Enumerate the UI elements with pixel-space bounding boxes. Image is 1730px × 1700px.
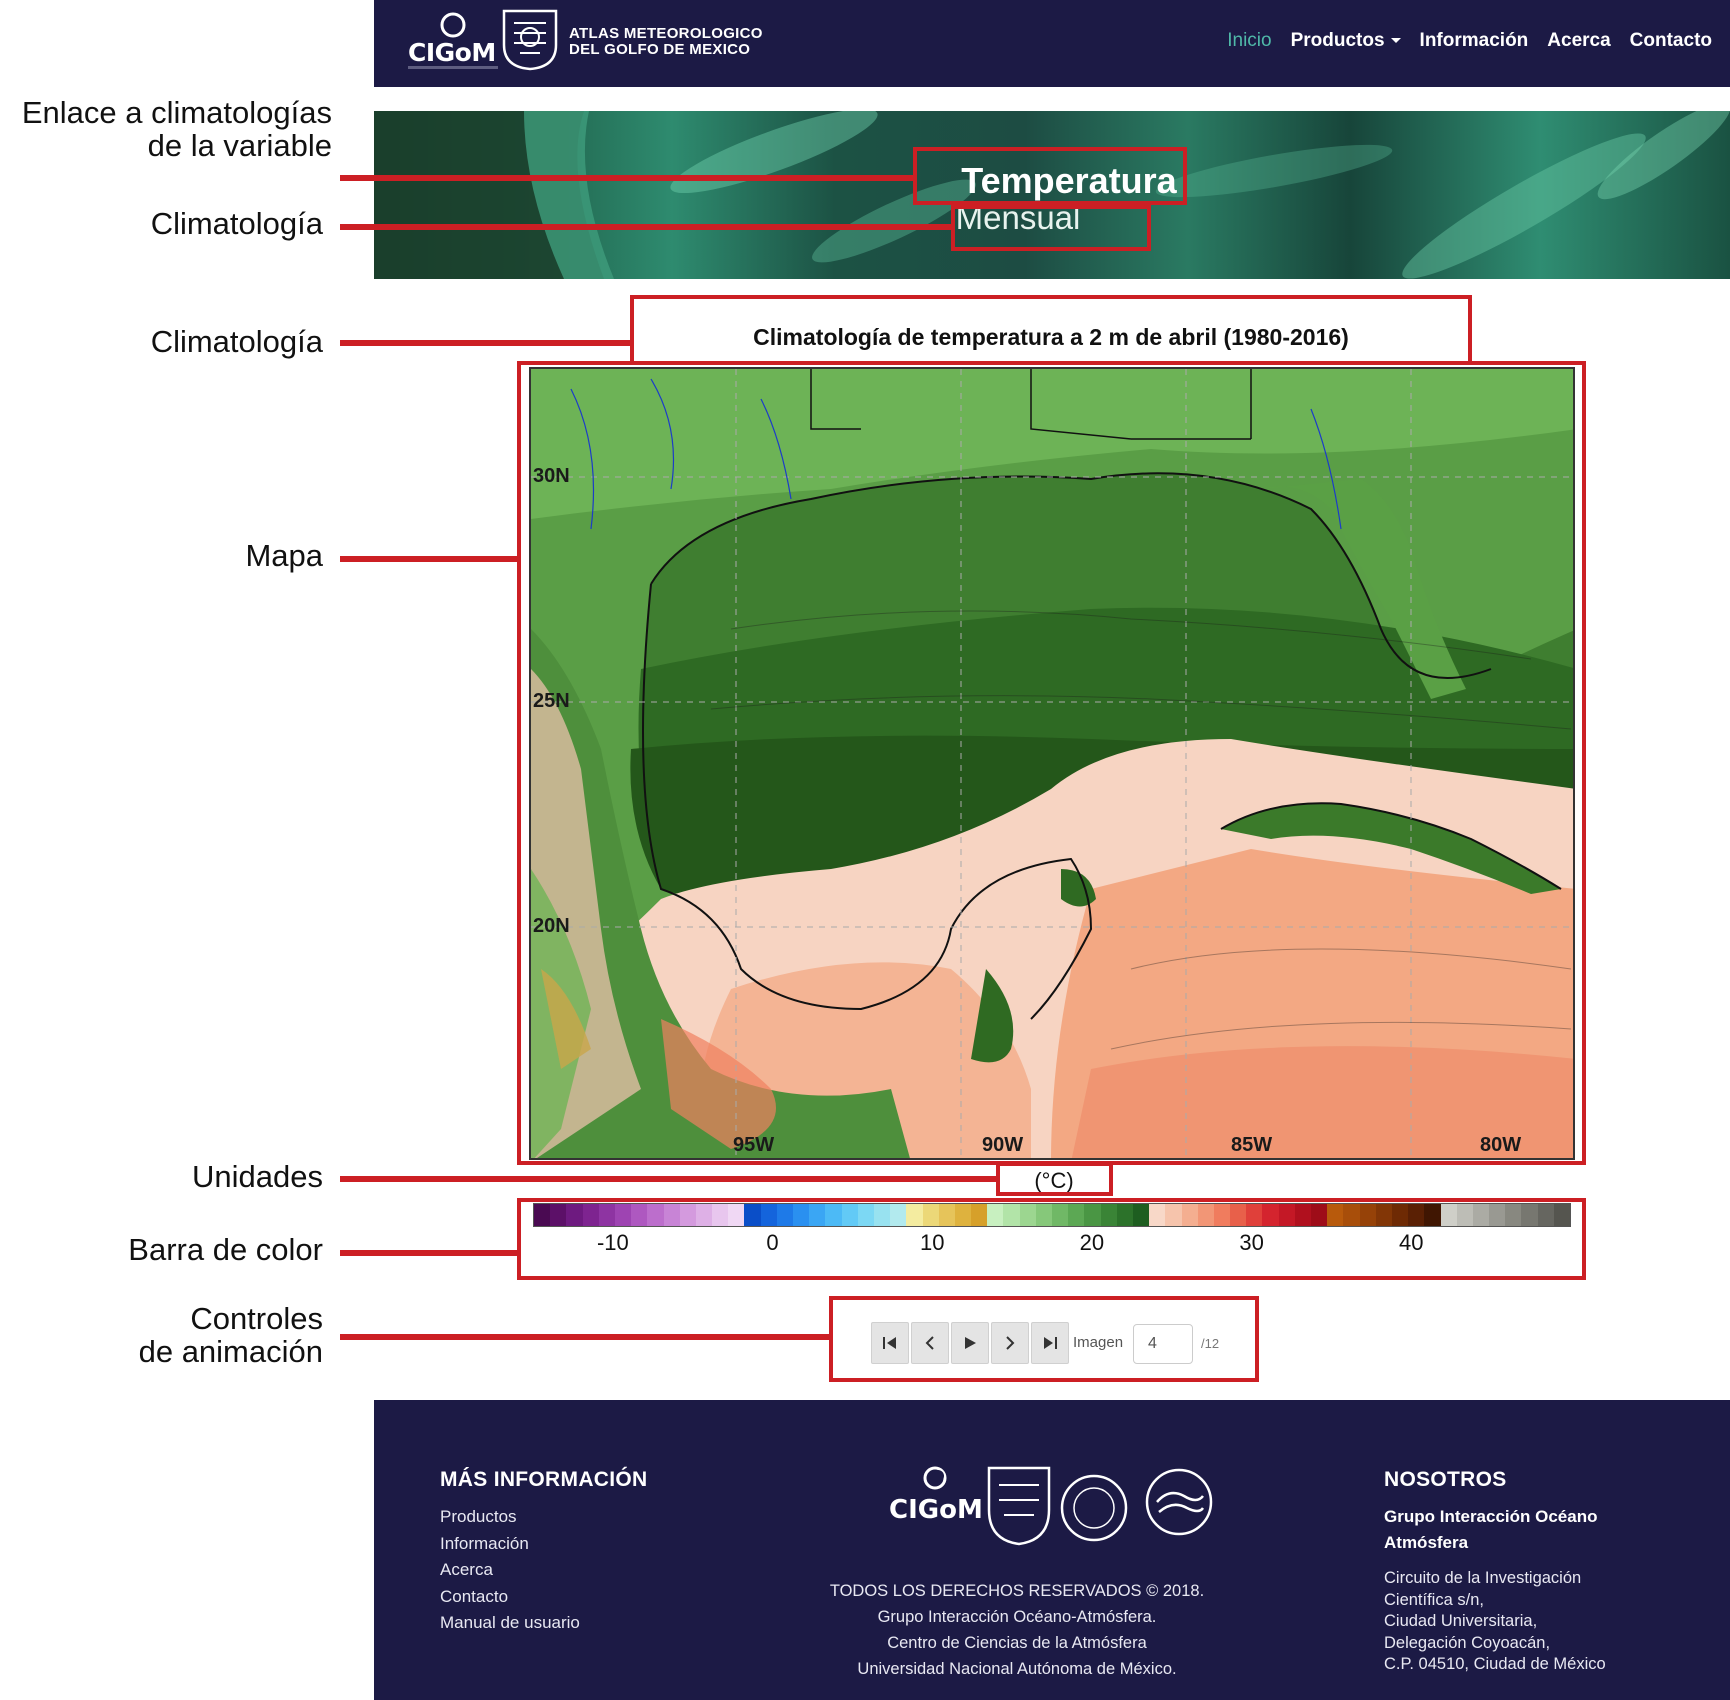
address: Circuito de la Investigación Científica … bbox=[1384, 1568, 1606, 1676]
chevron-down-icon bbox=[1390, 38, 1401, 44]
group-name-line1: Grupo Interacción Océano bbox=[1384, 1507, 1598, 1526]
annotation-line-climatology-1 bbox=[340, 224, 954, 230]
group-name: Grupo Interacción Océano Atmósfera bbox=[1384, 1504, 1598, 1556]
annotation-line-controls bbox=[340, 1334, 832, 1340]
annotation-line-variable bbox=[340, 175, 915, 181]
footer-links: Productos Información Acerca Contacto Ma… bbox=[440, 1504, 580, 1637]
annotation-line-map bbox=[340, 556, 520, 562]
nav-productos-label: Productos bbox=[1290, 30, 1385, 51]
atlas-title-line2: DEL GOLFO DE MEXICO bbox=[569, 41, 751, 58]
annotation-box-controls bbox=[829, 1296, 1259, 1382]
footer-link-acerca[interactable]: Acerca bbox=[440, 1557, 580, 1584]
annotation-variable-link: Enlace a climatologías de la variable bbox=[22, 96, 332, 162]
footer-rights: TODOS LOS DERECHOS RESERVADOS © 2018. Gr… bbox=[814, 1578, 1220, 1682]
footer-link-productos[interactable]: Productos bbox=[440, 1504, 580, 1531]
atlas-title: ATLAS METEOROLOGICO DEL GOLFO DE MEXICO bbox=[569, 26, 763, 58]
annotation-controls: Controles de animación bbox=[139, 1302, 323, 1368]
cigom-swirl-icon bbox=[440, 12, 466, 38]
more-info-heading: MÁS INFORMACIÓN bbox=[440, 1468, 648, 1491]
annotation-variable-link-line1: Enlace a climatologías bbox=[21, 95, 332, 130]
footer-link-manual[interactable]: Manual de usuario bbox=[440, 1610, 580, 1637]
annotation-controls-line2: de animación bbox=[138, 1334, 323, 1369]
address-line1: Circuito de la Investigación bbox=[1384, 1569, 1582, 1587]
annotation-line-colorbar bbox=[340, 1250, 520, 1256]
annotation-climatology-2: Climatología bbox=[150, 324, 323, 359]
footer-cigom-text: CIGoM bbox=[889, 1495, 983, 1525]
nav-contacto[interactable]: Contacto bbox=[1630, 30, 1712, 52]
cigom-logo-tagline bbox=[408, 66, 498, 69]
address-line4: Delegación Coyoacán, bbox=[1384, 1633, 1551, 1652]
annotation-box-colorbar bbox=[517, 1198, 1586, 1280]
rights-line1: TODOS LOS DERECHOS RESERVADOS © 2018. bbox=[829, 1582, 1205, 1600]
nav-menu: Inicio Productos Información Acerca Cont… bbox=[1227, 30, 1712, 52]
annotation-controls-line1: Controles bbox=[190, 1301, 323, 1336]
annotation-colorbar: Barra de color bbox=[128, 1232, 323, 1267]
address-line5: C.P. 04510, Ciudad de México bbox=[1384, 1655, 1606, 1673]
address-line3: Ciudad Universitaria, bbox=[1384, 1612, 1538, 1630]
annotation-box-map bbox=[517, 361, 1586, 1165]
annotation-line-climatology-2 bbox=[340, 340, 632, 346]
footer-link-contacto[interactable]: Contacto bbox=[440, 1584, 580, 1611]
rights-line4: Universidad Nacional Autónoma de México. bbox=[857, 1660, 1177, 1678]
nav-productos[interactable]: Productos bbox=[1291, 30, 1401, 52]
annotation-units: Unidades bbox=[192, 1159, 323, 1194]
address-line2: Científica s/n, bbox=[1384, 1590, 1484, 1609]
annotation-box-variable bbox=[913, 147, 1187, 205]
annotation-variable-link-line2: de la variable bbox=[147, 128, 332, 163]
rights-line3: Centro de Ciencias de la Atmósfera bbox=[887, 1634, 1147, 1652]
footer: MÁS INFORMACIÓN Productos Información Ac… bbox=[374, 1400, 1730, 1700]
annotation-climatology-1: Climatología bbox=[150, 206, 323, 241]
nav-inicio[interactable]: Inicio bbox=[1227, 30, 1271, 52]
atlas-title-line1: ATLAS METEOROLOGICO bbox=[569, 25, 763, 42]
group-name-line2: Atmósfera bbox=[1384, 1533, 1469, 1552]
about-heading: NOSOTROS bbox=[1384, 1468, 1507, 1491]
annotation-box-climatology-1 bbox=[951, 205, 1151, 251]
unam-seal-icon bbox=[502, 9, 558, 71]
cigom-logo[interactable]: CIGoM bbox=[408, 12, 500, 74]
cigom-logo-text: CIGoM bbox=[408, 38, 496, 67]
annotation-box-units bbox=[996, 1162, 1113, 1196]
footer-logos: CIGoM bbox=[889, 1460, 1229, 1552]
annotation-map: Mapa bbox=[245, 538, 323, 573]
rights-line2: Grupo Interacción Océano-Atmósfera. bbox=[877, 1608, 1157, 1626]
navbar: CIGoM ATLAS METEOROLOGICO DEL GOLFO DE M… bbox=[374, 0, 1730, 87]
annotation-line-units bbox=[340, 1176, 1000, 1182]
nav-informacion[interactable]: Información bbox=[1420, 30, 1529, 52]
footer-link-informacion[interactable]: Información bbox=[440, 1531, 580, 1558]
nav-acerca[interactable]: Acerca bbox=[1547, 30, 1610, 52]
annotation-box-chart-title bbox=[630, 295, 1472, 365]
